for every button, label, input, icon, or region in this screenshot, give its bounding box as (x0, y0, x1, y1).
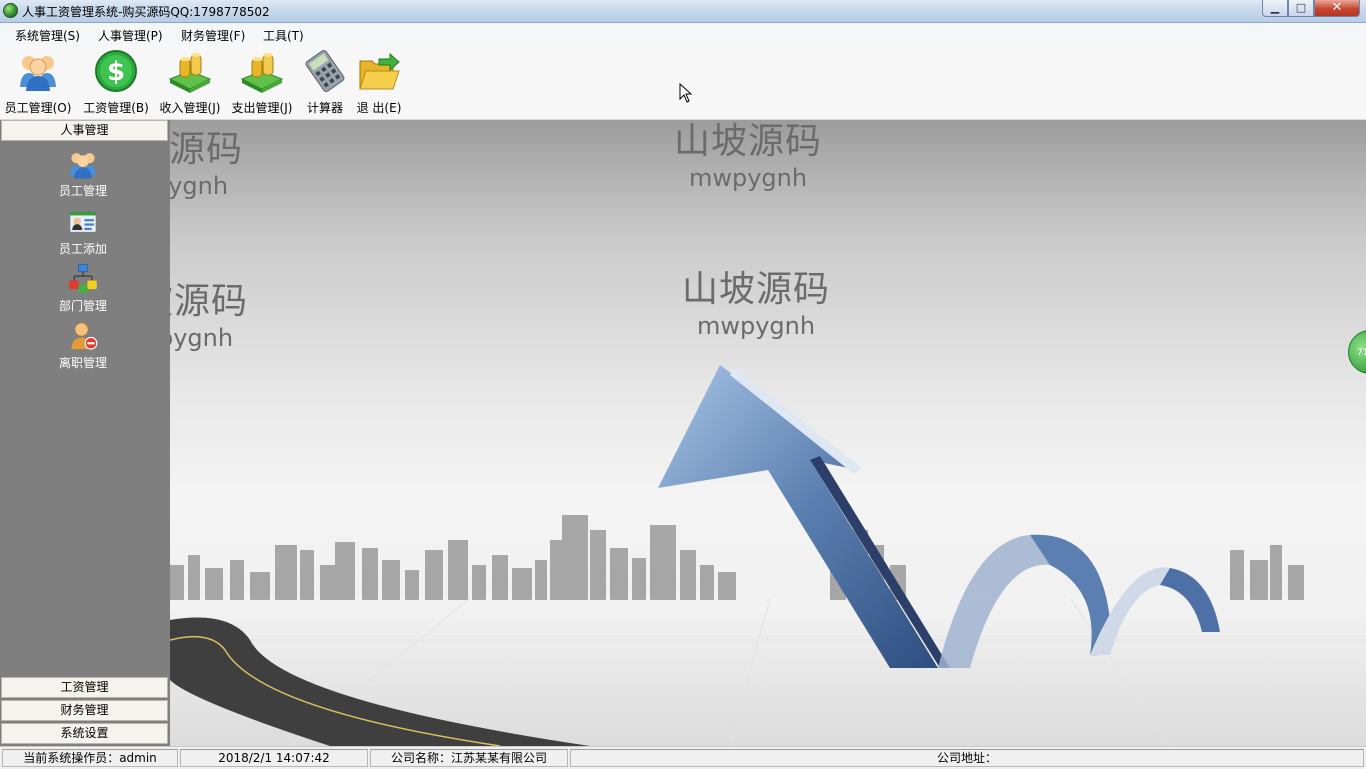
sidebar-item-employee-add[interactable]: 员工添加 (50, 206, 116, 257)
toolbar-label: 收入管理(J) (159, 101, 221, 115)
id-card-icon (69, 211, 97, 233)
dollar-icon: $ (95, 50, 137, 92)
nav-group-salary[interactable]: 工资管理 (1, 677, 168, 698)
sidebar-item-label: 员工管理 (58, 184, 107, 198)
watermark-cn: 山坡源码 (682, 269, 831, 310)
coins-icon (240, 53, 284, 93)
app-icon (3, 3, 18, 18)
menu-bar: 系统管理(S) 人事管理(P) 财务管理(F) 工具(T) (0, 23, 1366, 45)
calculator-icon (305, 50, 345, 92)
watermark: 山坡源码 mwpygnh (170, 120, 243, 200)
nav-group-personnel[interactable]: 人事管理 (1, 120, 168, 141)
watermark-cn: 山坡源码 (674, 121, 823, 162)
status-operator: 当前系统操作员：admin (2, 749, 178, 767)
sidebar: 人事管理 员工管理 员工添加 部门管理 离职管理 工资管理 财务管理 系统设置 (0, 120, 170, 746)
user-remove-icon (71, 322, 98, 350)
status-bar: 当前系统操作员：admin 2018/2/1 14:07:42 公司名称：江苏某… (0, 746, 1366, 769)
toolbar-label: 退 出(E) (356, 101, 402, 115)
menu-personnel[interactable]: 人事管理(P) (98, 27, 163, 44)
calculator-button[interactable]: 计算器 (302, 49, 348, 117)
mouse-cursor-icon (679, 83, 693, 103)
exit-button[interactable]: 退 出(E) (354, 49, 404, 117)
watermark-cn: 山坡源码 (170, 129, 244, 170)
expense-management-button[interactable]: 支出管理(J) (228, 49, 296, 117)
status-company: 公司名称：江苏某某有限公司 (370, 749, 568, 767)
sidebar-item-resignation-management[interactable]: 离职管理 (50, 320, 116, 371)
watermark-en: mwpygnh (696, 312, 816, 340)
menu-finance[interactable]: 财务管理(F) (181, 27, 245, 44)
exit-folder-icon (359, 52, 400, 90)
watermark-en: mwpygnh (170, 172, 229, 200)
sidebar-item-label: 部门管理 (58, 299, 107, 313)
employees-icon (20, 56, 56, 91)
toolbar-label: 支出管理(J) (231, 101, 293, 115)
menu-tools[interactable]: 工具(T) (263, 27, 304, 44)
sidebar-item-employee-management[interactable]: 员工管理 (50, 148, 116, 199)
sidebar-item-department-management[interactable]: 部门管理 (50, 263, 116, 314)
sidebar-item-label: 员工添加 (58, 242, 107, 256)
city-arrow-illustration (170, 365, 1366, 746)
org-chart-icon (69, 264, 97, 293)
status-address: 公司地址： (570, 749, 1364, 767)
status-datetime: 2018/2/1 14:07:42 (180, 749, 368, 767)
menu-system[interactable]: 系统管理(S) (15, 27, 80, 44)
watermark-cn: 山坡源码 (170, 281, 249, 322)
sidebar-item-label: 离职管理 (58, 356, 107, 370)
nav-group-finance[interactable]: 财务管理 (1, 700, 168, 721)
toolbar: 员工管理(O) $ 工资管理(B) 收入管理(J) 支出管理(J) 计算器 退 … (0, 45, 1366, 120)
svg-text:$: $ (107, 57, 125, 87)
watermark: 山坡源码 mwpygnh (674, 120, 822, 192)
toolbar-label: 工资管理(B) (83, 101, 149, 115)
window-title: 人事工资管理系统-购买源码QQ:1798778502 (22, 5, 270, 19)
toolbar-label: 员工管理(O) (4, 101, 72, 115)
minimize-button[interactable]: ▁ (1262, 0, 1288, 17)
main-background: 山坡源码 mwpygnh 山坡源码 mwpygnh 山坡源码 mwpygnh 山… (170, 120, 1366, 746)
watermark-en: mwpygnh (688, 164, 808, 192)
employees-icon (69, 153, 97, 179)
title-bar: 人事工资管理系统-购买源码QQ:1798778502 ▁ □ ✕ (0, 0, 1366, 23)
income-management-button[interactable]: 收入管理(J) (156, 49, 224, 117)
employee-management-button[interactable]: 员工管理(O) (2, 49, 74, 117)
close-button[interactable]: ✕ (1314, 0, 1360, 17)
salary-management-button[interactable]: $ 工资管理(B) (80, 49, 152, 117)
coins-icon (168, 53, 212, 93)
nav-group-settings[interactable]: 系统设置 (1, 723, 168, 744)
watermark: 山坡源码 mwpygnh (170, 272, 248, 352)
watermark: 山坡源码 mwpygnh (682, 260, 830, 340)
toolbar-label: 计算器 (306, 101, 343, 115)
maximize-button[interactable]: □ (1288, 0, 1314, 17)
watermark-en: mwpygnh (170, 324, 234, 352)
